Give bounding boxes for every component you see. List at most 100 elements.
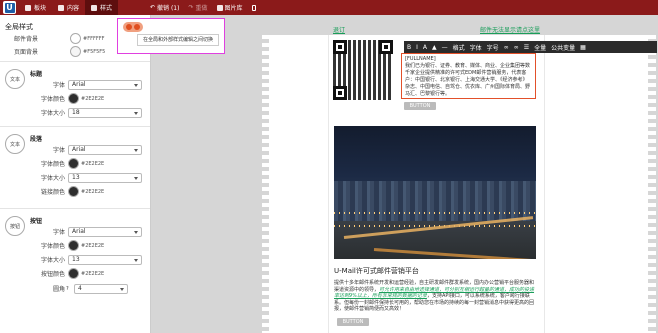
heading-font-select[interactable]: Arial bbox=[68, 79, 142, 90]
help-icon: ? bbox=[66, 285, 69, 292]
button-font-value: Arial bbox=[72, 227, 86, 235]
heading-color-value: #2E2E2E bbox=[81, 95, 105, 102]
button-radius-label: 圆角 bbox=[52, 286, 65, 293]
tab-blocks[interactable]: 板块 bbox=[19, 0, 52, 15]
bold-button[interactable]: B bbox=[407, 44, 411, 51]
align-icon[interactable]: ☰ bbox=[524, 44, 529, 51]
line-button[interactable]: — bbox=[442, 44, 448, 51]
chevron-down-icon bbox=[134, 176, 138, 180]
email-button[interactable]: BUTTON bbox=[404, 102, 436, 110]
heading-size-value: 18 bbox=[72, 108, 80, 116]
unlink-icon[interactable]: ∞ bbox=[514, 44, 519, 51]
chevron-down-icon bbox=[134, 148, 138, 152]
button-color-swatch[interactable] bbox=[68, 268, 79, 279]
format-dropdown[interactable]: 格式 bbox=[453, 43, 465, 52]
tab-content-label: 内容 bbox=[67, 5, 80, 12]
heading-group-title: 标题 bbox=[30, 71, 43, 78]
button-size-value: 13 bbox=[72, 255, 80, 263]
qr-finder bbox=[379, 40, 393, 54]
tab-style[interactable]: 样式 bbox=[85, 0, 119, 15]
chevron-down-icon bbox=[134, 258, 138, 262]
redo-icon: ↷ bbox=[188, 4, 194, 11]
unsubscribe-link[interactable]: 退订 bbox=[333, 25, 345, 34]
highway bbox=[373, 248, 534, 259]
email-button-2[interactable]: BUTTON bbox=[337, 318, 369, 326]
mobile-preview-button[interactable] bbox=[251, 4, 256, 11]
chevron-down-icon bbox=[120, 287, 124, 291]
button-text-color-value: #2E2E2E bbox=[81, 242, 105, 249]
city-night-image[interactable] bbox=[334, 126, 536, 259]
button-group-title: 按钮 bbox=[30, 218, 43, 225]
editor-toolbar: ↶ 撤销 (1) ↷ 重做 图片库 bbox=[150, 0, 256, 15]
heading-size-select[interactable]: 18 bbox=[68, 107, 142, 118]
button-text-color-label: 字体颜色 bbox=[40, 243, 65, 250]
redo-label: 重做 bbox=[195, 5, 208, 12]
paragraph-style-group: 文本 段落 字体 Arial 字体颜色 #2E2E2E 字体大小 13 链接颜色… bbox=[0, 130, 150, 205]
paragraph-size-select[interactable]: 13 bbox=[68, 172, 142, 183]
tab-content[interactable]: 内容 bbox=[52, 0, 85, 15]
mobile-icon bbox=[251, 4, 256, 11]
app-logo: U bbox=[3, 1, 16, 14]
paragraph-color-row: 字体颜色 #2E2E2E bbox=[0, 157, 151, 170]
button-font-row: 字体 Arial bbox=[0, 225, 151, 238]
heading-color-label: 字体颜色 bbox=[40, 96, 65, 103]
table-icon[interactable]: ▦ bbox=[580, 44, 586, 51]
button-style-group: 按钮 按钮 字体 Arial 字体颜色 #2E2E2E 字体大小 13 按钮颜色… bbox=[0, 212, 150, 302]
paragraph-link-swatch[interactable] bbox=[68, 186, 79, 197]
button-color-label: 按钮颜色 bbox=[40, 271, 65, 278]
bg-color-button[interactable]: ▲ bbox=[432, 44, 437, 51]
button-font-select[interactable]: Arial bbox=[68, 226, 142, 237]
heading-font-label: 字体 bbox=[52, 82, 65, 89]
email-headline[interactable]: U-Mail许可式邮件营销平台 bbox=[334, 266, 419, 276]
qr-finder bbox=[333, 86, 347, 100]
font-dropdown[interactable]: 字体 bbox=[470, 43, 482, 52]
page-bg-value: #F5F5F5 bbox=[83, 48, 106, 55]
style-toggle-button[interactable] bbox=[123, 22, 143, 32]
button-size-label: 字体大小 bbox=[40, 257, 65, 264]
style-toggle-tooltip: 在全局和外部样式编辑之间切换 bbox=[137, 34, 219, 46]
text-block[interactable]: [FULLNAME] 我们已为银行、证券、教育、媒体、商业、企业集团等数千家企业… bbox=[401, 53, 536, 99]
page-bg-swatch[interactable] bbox=[70, 46, 81, 57]
redo-button[interactable]: ↷ 重做 bbox=[188, 3, 207, 12]
button-color-value: #2E2E2E bbox=[81, 270, 105, 277]
email-bg-swatch[interactable] bbox=[70, 33, 81, 44]
size-dropdown[interactable]: 字号 bbox=[487, 43, 499, 52]
heading-font-row: 字体 Arial bbox=[0, 78, 151, 91]
style-sidebar: 全局样式 邮件背景 #FFFFFF 页面背景 #F5F5F5 文本 标题 字体 … bbox=[0, 15, 151, 333]
heading-color-swatch[interactable] bbox=[68, 93, 79, 104]
button-radius-value: 4 bbox=[78, 284, 82, 292]
undo-icon: ↶ bbox=[150, 4, 156, 11]
button-text-color-swatch[interactable] bbox=[68, 240, 79, 251]
public-variables-dropdown[interactable]: 公共变量 bbox=[551, 43, 575, 52]
button-radius-stepper[interactable]: 4 bbox=[74, 283, 128, 294]
email-paragraph[interactable]: 提供十多年邮件系统开发和运营经验，自主研发邮件群发系统，国内办公营销平台服务器和… bbox=[334, 280, 536, 313]
link-icon[interactable]: ∞ bbox=[504, 44, 509, 51]
fullname-var: [FULLNAME] bbox=[405, 56, 436, 62]
intro-text: 我们已为银行、证券、教育、媒体、商业、企业集团等数千家企业提供精准的许可式EDM… bbox=[405, 63, 531, 97]
paragraph-font-select[interactable]: Arial bbox=[68, 144, 142, 155]
undo-button[interactable]: ↶ 撤销 (1) bbox=[150, 3, 179, 12]
skyline bbox=[334, 181, 536, 221]
button-size-select[interactable]: 13 bbox=[68, 254, 142, 265]
paragraph-link-value: #2E2E2E bbox=[81, 188, 105, 195]
heading-size-row: 字体大小 18 bbox=[0, 106, 151, 119]
blocks-icon bbox=[25, 4, 31, 11]
image-icon bbox=[216, 4, 223, 11]
heading-color-row: 字体颜色 #2E2E2E bbox=[0, 92, 151, 105]
canvas-edge-right bbox=[648, 35, 656, 333]
image-library-button[interactable]: 图片库 bbox=[216, 3, 243, 12]
paragraph-color-swatch[interactable] bbox=[68, 158, 79, 169]
external-style-icon bbox=[134, 24, 140, 30]
chevron-down-icon bbox=[134, 111, 138, 115]
view-online-link[interactable]: 邮件无法显示请点这里 bbox=[480, 25, 540, 34]
italic-button[interactable]: I bbox=[416, 44, 418, 51]
font-color-button[interactable]: A bbox=[423, 44, 427, 51]
chevron-down-icon bbox=[134, 230, 138, 234]
variables-dropdown[interactable]: 全量 bbox=[534, 43, 546, 52]
email-bg-label: 邮件背景 bbox=[13, 36, 38, 43]
top-bar: U 板块 内容 样式 bbox=[0, 0, 658, 15]
qr-finder bbox=[333, 40, 347, 54]
button-radius-row: 圆角 ? 4 bbox=[0, 282, 151, 295]
style-icon bbox=[91, 4, 98, 11]
paragraph-link-label: 链接颜色 bbox=[40, 189, 65, 196]
